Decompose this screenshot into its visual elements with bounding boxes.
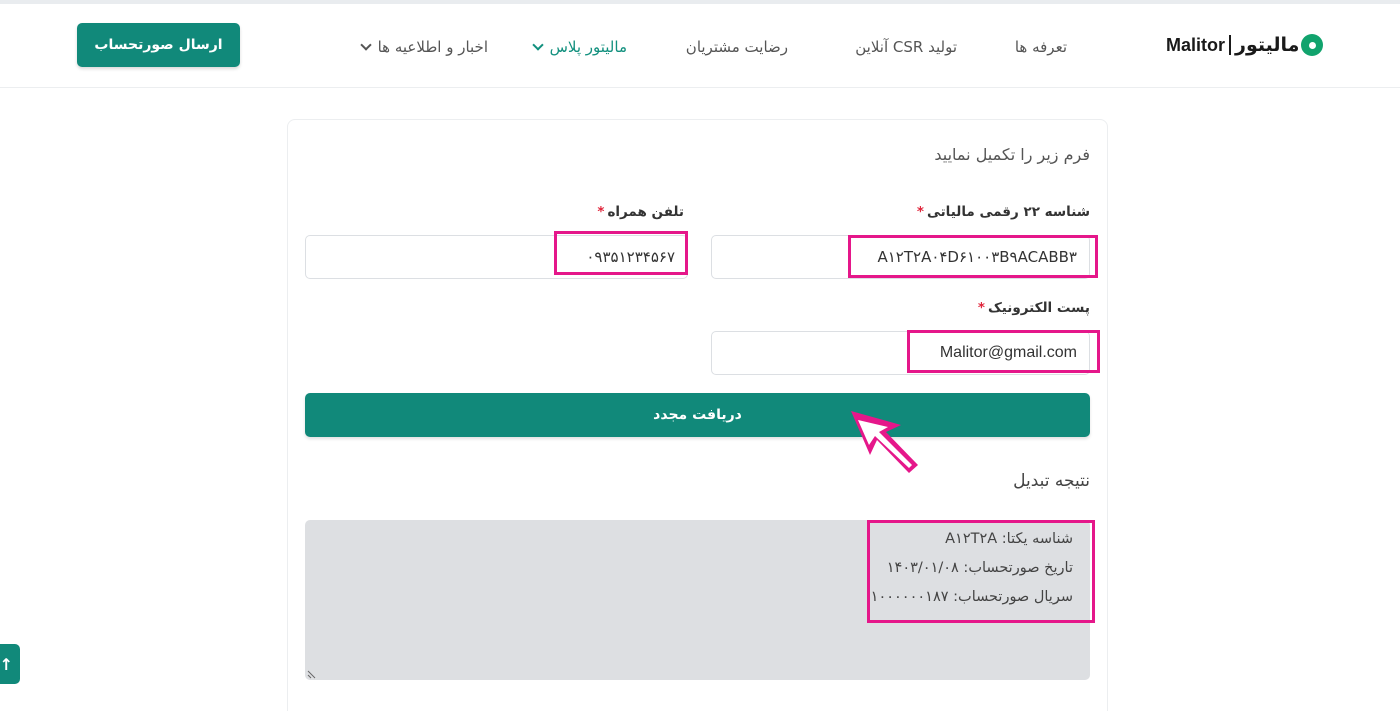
nav-item-label: تولید CSR آنلاین	[855, 38, 957, 56]
required-mark: *	[977, 300, 985, 316]
tax-id-label: شناسه ۲۲ رقمی مالیاتی*	[917, 204, 1090, 220]
phone-label-text: تلفن همراه	[607, 204, 684, 220]
highlight-box	[907, 330, 1100, 373]
nav-item-label: رضایت مشتریان	[685, 38, 788, 56]
logo-persian-text: مالیتور	[1235, 34, 1300, 56]
logo-latin-text: Malitor	[1166, 34, 1226, 55]
receive-again-button[interactable]: دریافت مجدد	[305, 393, 1090, 437]
logo-mark-icon	[1301, 34, 1324, 56]
nav-item-tariffs[interactable]: تعرفه ها	[1015, 38, 1067, 56]
email-label: پست الکترونیک*	[978, 300, 1090, 316]
form-title: فرم زیر را تکمیل نمایید	[934, 145, 1090, 164]
phone-label: تلفن همراه*	[597, 204, 684, 220]
logo[interactable]: Malitor مالیتور	[1166, 30, 1324, 60]
nav-item-customer-satisfaction[interactable]: رضایت مشتریان	[686, 38, 788, 56]
nav-item-csr-online[interactable]: تولید CSR آنلاین	[855, 38, 957, 56]
required-mark: *	[916, 204, 924, 220]
required-mark: *	[597, 204, 605, 220]
nav-item-label: اخبار و اطلاعیه ها	[377, 38, 488, 56]
nav-item-malitor-plus[interactable]: مالیتور پلاس	[531, 38, 627, 56]
arrow-pointer-icon	[851, 411, 918, 473]
nav-item-news[interactable]: اخبار و اطلاعیه ها	[359, 38, 488, 56]
result-title: نتیجه تبدیل	[1013, 471, 1090, 491]
chevron-down-icon	[359, 39, 372, 51]
scroll-top-button[interactable]: ↑	[0, 644, 20, 684]
highlight-box	[867, 520, 1095, 623]
resize-handle-icon[interactable]	[306, 667, 318, 679]
highlight-box	[554, 231, 688, 275]
logo-separator	[1229, 35, 1232, 55]
email-label-text: پست الکترونیک	[987, 300, 1090, 316]
arrow-up-icon: ↑	[0, 654, 13, 674]
send-invoice-button[interactable]: ارسال صورتحساب	[77, 23, 240, 67]
chevron-down-icon	[531, 39, 544, 51]
tax-id-label-text: شناسه ۲۲ رقمی مالیاتی	[926, 204, 1090, 220]
nav-item-label: تعرفه ها	[1014, 38, 1067, 56]
navbar: Malitor مالیتور تعرفه ها تولید CSR آنلای…	[0, 4, 1400, 88]
nav-item-label: مالیتور پلاس	[549, 38, 627, 56]
highlight-box	[848, 235, 1098, 278]
